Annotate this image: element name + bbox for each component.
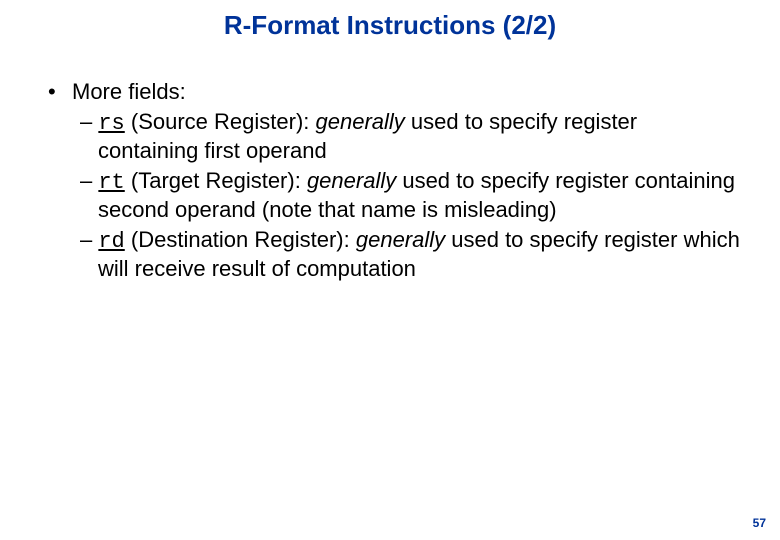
slide-body: •More fields: – rs (Source Register): ge…: [48, 78, 740, 283]
rd-label: (Destination Register):: [125, 227, 356, 252]
rs-generally: generally: [316, 109, 405, 134]
dash-icon: –: [80, 168, 98, 193]
code-rt: rt: [98, 170, 124, 195]
bullet-level1-text: More fields:: [72, 79, 186, 104]
rt-label: (Target Register):: [125, 168, 307, 193]
rt-generally: generally: [307, 168, 396, 193]
bullet-level2-rs: – rs (Source Register): generally used t…: [48, 108, 740, 165]
slide-title: R-Format Instructions (2/2): [0, 10, 780, 41]
bullet-level2-rd: – rd (Destination Register): generally u…: [48, 226, 740, 283]
bullet-level1: •More fields:: [48, 78, 740, 106]
page-number: 57: [753, 516, 766, 530]
code-rs: rs: [98, 111, 124, 136]
rs-label: (Source Register):: [125, 109, 316, 134]
bullet-level2-rt: – rt (Target Register): generally used t…: [48, 167, 740, 224]
dash-icon: –: [80, 227, 98, 252]
bullet-dot-icon: •: [48, 78, 72, 106]
rd-generally: generally: [356, 227, 445, 252]
dash-icon: –: [80, 109, 98, 134]
code-rd: rd: [98, 229, 124, 254]
slide: R-Format Instructions (2/2) •More fields…: [0, 0, 780, 540]
